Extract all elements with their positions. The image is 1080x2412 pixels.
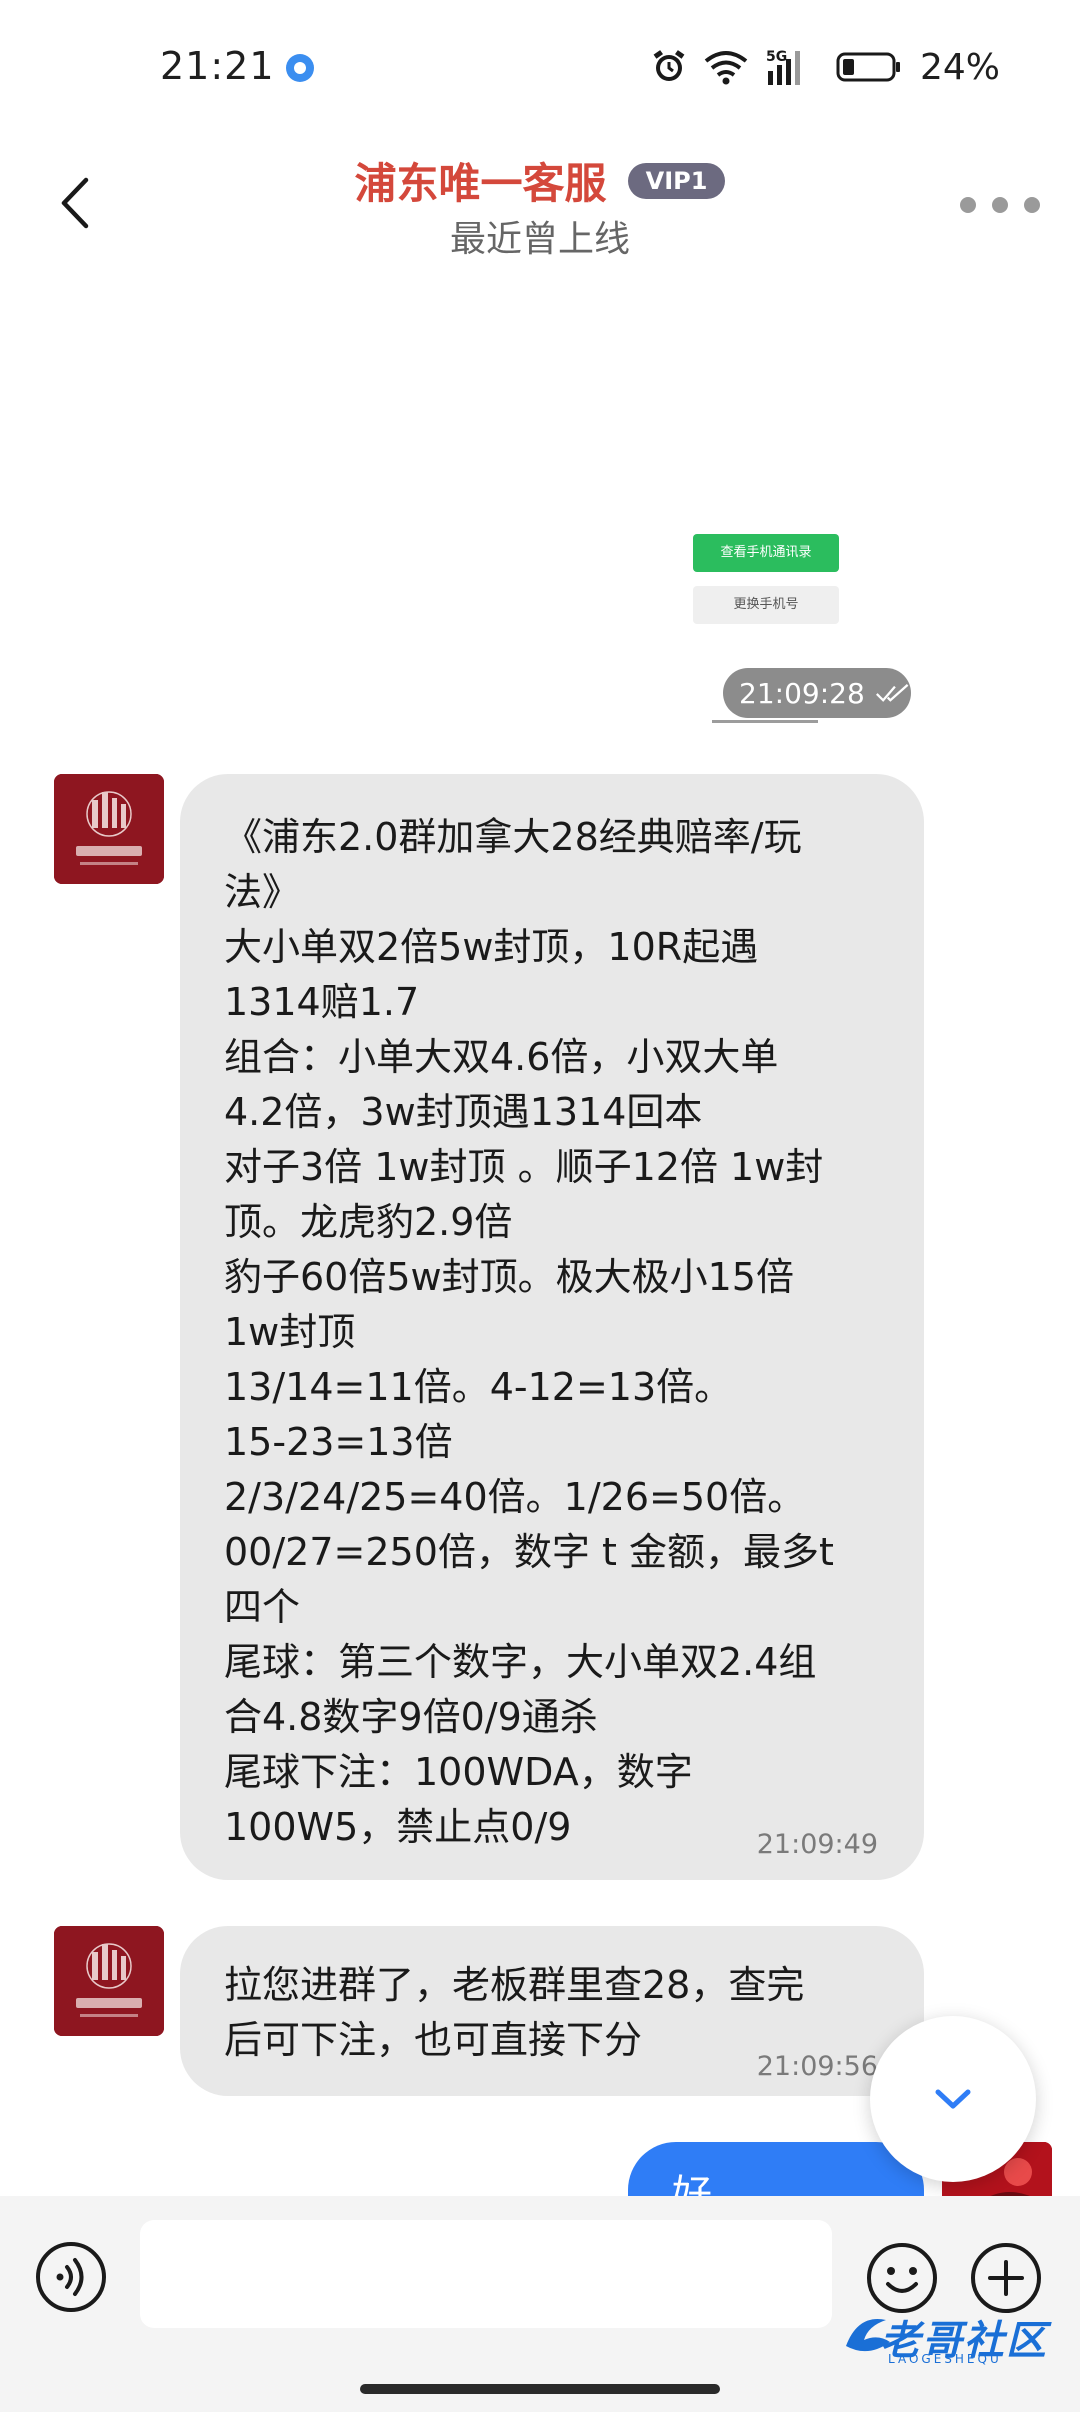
battery-icon <box>836 52 900 82</box>
svg-text:5G: 5G <box>766 49 787 65</box>
home-indicator[interactable] <box>360 2384 720 2394</box>
vip-badge: VIP1 <box>627 162 726 199</box>
message-line: 1w封顶 <box>224 1310 356 1354</box>
message-line: 豹子60倍5w封顶。极大极小15倍 <box>224 1255 794 1299</box>
message-line: 《浦东2.0群加拿大28经典赔率/玩 <box>224 815 802 859</box>
divider <box>712 720 818 723</box>
status-bar: 21:21 5G 24% <box>0 0 1080 130</box>
message-line: 对子3倍 1w封顶 。顺子12倍 1w封 <box>224 1145 824 1189</box>
battery-percent: 24% <box>919 46 1000 88</box>
message-line: 1314赔1.7 <box>224 980 420 1024</box>
message-time: 21:09:56 <box>756 2051 878 2082</box>
message-line: 大小单双2倍5w封顶，10R起遇 <box>224 925 759 969</box>
message-line: 四个 <box>224 1585 301 1629</box>
signal-5g-icon: 5G <box>766 49 800 85</box>
chat-header: 浦东唯一客服 VIP1 最近曾上线 <box>0 140 1080 270</box>
message-bubble[interactable]: 《浦东2.0群加拿大28经典赔率/玩 法》 大小单双2倍5w封顶，10R起遇 1… <box>180 774 924 1880</box>
message-line: 2/3/24/25=40倍。1/26=50倍。 <box>224 1475 806 1519</box>
status-icons: 5G 24% <box>652 42 1000 92</box>
brand-logo-icon <box>54 774 164 884</box>
voice-input-icon[interactable] <box>34 2240 108 2314</box>
sent-time-badge: 21:09:28 <box>723 668 911 718</box>
sent-time: 21:09:28 <box>739 676 865 710</box>
message-line: 顶。龙虎豹2.9倍 <box>224 1200 513 1244</box>
status-time: 21:21 <box>160 44 275 88</box>
message-text: 《浦东2.0群加拿大28经典赔率/玩 法》 大小单双2倍5w封顶，10R起遇 1… <box>224 810 884 1855</box>
thumbnail-primary-button[interactable]: 查看手机通讯录 <box>693 534 839 572</box>
chat-title[interactable]: 浦东唯一客服 <box>355 150 607 211</box>
wifi-icon <box>704 51 748 85</box>
message-input[interactable] <box>140 2220 832 2328</box>
scroll-down-button[interactable] <box>870 2016 1036 2182</box>
thumbnail-secondary-button[interactable]: 更换手机号 <box>693 586 839 624</box>
contact-avatar[interactable] <box>54 774 164 884</box>
message-line: 00/27=250倍，数字 t 金额，最多t <box>224 1530 834 1574</box>
online-status: 最近曾上线 <box>449 219 630 260</box>
double-check-icon <box>875 684 909 702</box>
brand-logo-icon <box>54 1926 164 2036</box>
message-line: 4.2倍，3w封顶遇1314回本 <box>224 1090 703 1134</box>
message-line: 合4.8数字9倍0/9通杀 <box>224 1695 598 1739</box>
message-line: 尾球下注：100WDA，数字 <box>224 1750 693 1794</box>
message-time: 21:09:49 <box>756 1829 878 1860</box>
more-options-icon[interactable] <box>960 190 1040 220</box>
alarm-icon <box>653 50 685 81</box>
message-line: 拉您进群了，老板群里查28，查完 <box>224 1963 805 2007</box>
message-line: 法》 <box>224 870 301 914</box>
message-line: 15-23=13倍 <box>224 1420 453 1464</box>
contact-avatar[interactable] <box>54 1926 164 2036</box>
watermark-subtext: LAOGESHEQU <box>888 2352 1002 2366</box>
message-line: 13/14=11倍。4-12=13倍。 <box>224 1365 733 1409</box>
message-line: 组合：小单大双4.6倍，小双大单 <box>224 1035 779 1079</box>
title-wrap: 浦东唯一客服 VIP1 <box>0 150 1080 211</box>
chevron-down-icon <box>935 2089 971 2109</box>
message-bubble[interactable]: 拉您进群了，老板群里查28，查完 后可下注，也可直接下分 21:09:56 <box>180 1926 924 2096</box>
qq-notification-icon <box>286 54 314 82</box>
message-line: 尾球：第三个数字，大小单双2.4组 <box>224 1640 817 1684</box>
watermark: 老哥社区 LAOGESHEQU <box>838 2300 1068 2370</box>
